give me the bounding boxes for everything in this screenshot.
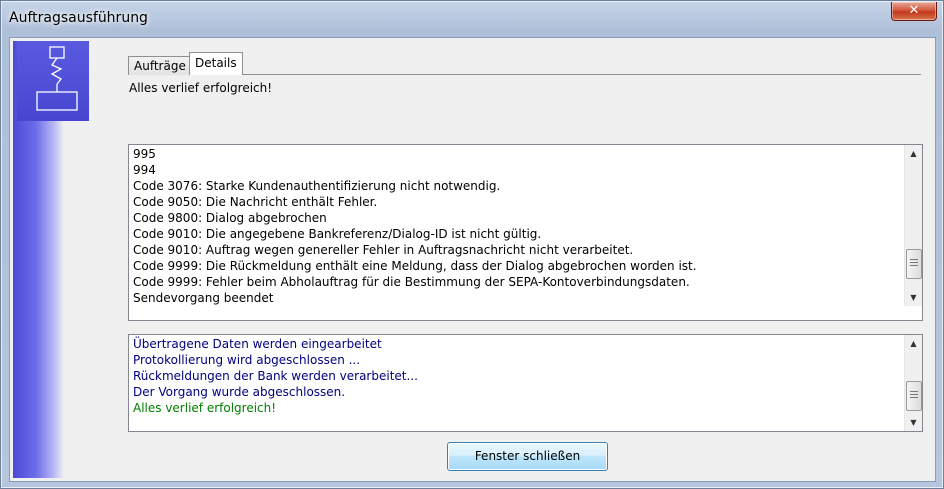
scroll-up-arrow-icon[interactable]: ▲: [905, 335, 922, 352]
progress-log-lines: Übertragene Daten werden eingearbeitet P…: [133, 336, 418, 416]
details-log-scrollbar[interactable]: ▲ ▼: [904, 145, 922, 306]
list-item: Alles verlief erfolgreich!: [133, 401, 277, 415]
list-item: Sendevorgang beendet: [133, 291, 274, 305]
list-item: Übertragene Daten werden eingearbeitet: [133, 337, 382, 351]
list-item: 994: [133, 163, 156, 177]
close-icon: ✕: [908, 3, 920, 18]
list-item: Code 9999: Die Rückmeldung enthält eine …: [133, 259, 697, 273]
list-item: Code 9010: Die angegebene Bankreferenz/D…: [133, 227, 542, 241]
scroll-thumb[interactable]: [906, 381, 922, 411]
list-item: Code 9010: Auftrag wegen genereller Fehl…: [133, 243, 634, 257]
close-window-button[interactable]: Fenster schließen: [447, 442, 608, 471]
status-message: Alles verlief erfolgreich!: [129, 81, 273, 95]
list-item: Der Vorgang wurde abgeschlossen.: [133, 385, 346, 399]
grip-icon: [910, 391, 918, 400]
window-close-button[interactable]: ✕: [891, 2, 937, 21]
list-item: Code 9050: Die Nachricht enthält Fehler.: [133, 195, 378, 209]
tab-label: Details: [195, 56, 237, 70]
grip-icon: [910, 259, 918, 268]
progress-log-scrollbar[interactable]: ▲ ▼: [904, 335, 922, 431]
list-item: Rückmeldungen der Bank werden verarbeite…: [133, 369, 418, 383]
list-item: Code 9999: Fehler beim Abholauftrag für …: [133, 275, 690, 289]
scroll-thumb[interactable]: [906, 249, 922, 279]
details-log-footer: [128, 306, 923, 321]
list-item: Code 3076: Starke Kundenauthentifizierun…: [133, 179, 501, 193]
title-bar[interactable]: Auftragsausführung ✕: [1, 1, 943, 37]
app-logo: [17, 41, 89, 121]
list-item: 995: [133, 147, 156, 161]
tab-auftraege[interactable]: Aufträge: [128, 56, 192, 75]
scroll-up-arrow-icon[interactable]: ▲: [905, 145, 922, 162]
list-item: Code 9800: Dialog abgebrochen: [133, 211, 327, 225]
window-title: Auftragsausführung: [9, 10, 148, 26]
details-log-list[interactable]: 995 994 Code 3076: Starke Kundenauthenti…: [128, 144, 923, 307]
transfer-logo-icon: [36, 46, 78, 111]
dialog-window: Auftragsausführung ✕ Aufträge Details Al…: [0, 0, 944, 489]
scroll-down-arrow-icon[interactable]: ▼: [905, 414, 922, 431]
tab-strip: Aufträge Details: [128, 52, 921, 75]
tab-label: Aufträge: [134, 59, 186, 73]
tab-details[interactable]: Details: [189, 52, 243, 75]
dialog-client-area: Aufträge Details Alles verlief erfolgrei…: [9, 37, 936, 482]
progress-log-list[interactable]: Übertragene Daten werden eingearbeitet P…: [128, 334, 923, 432]
list-item: Protokollierung wird abgeschlossen ...: [133, 353, 361, 367]
scroll-down-arrow-icon[interactable]: ▼: [905, 289, 922, 306]
details-log-lines: 995 994 Code 3076: Starke Kundenauthenti…: [133, 146, 697, 306]
